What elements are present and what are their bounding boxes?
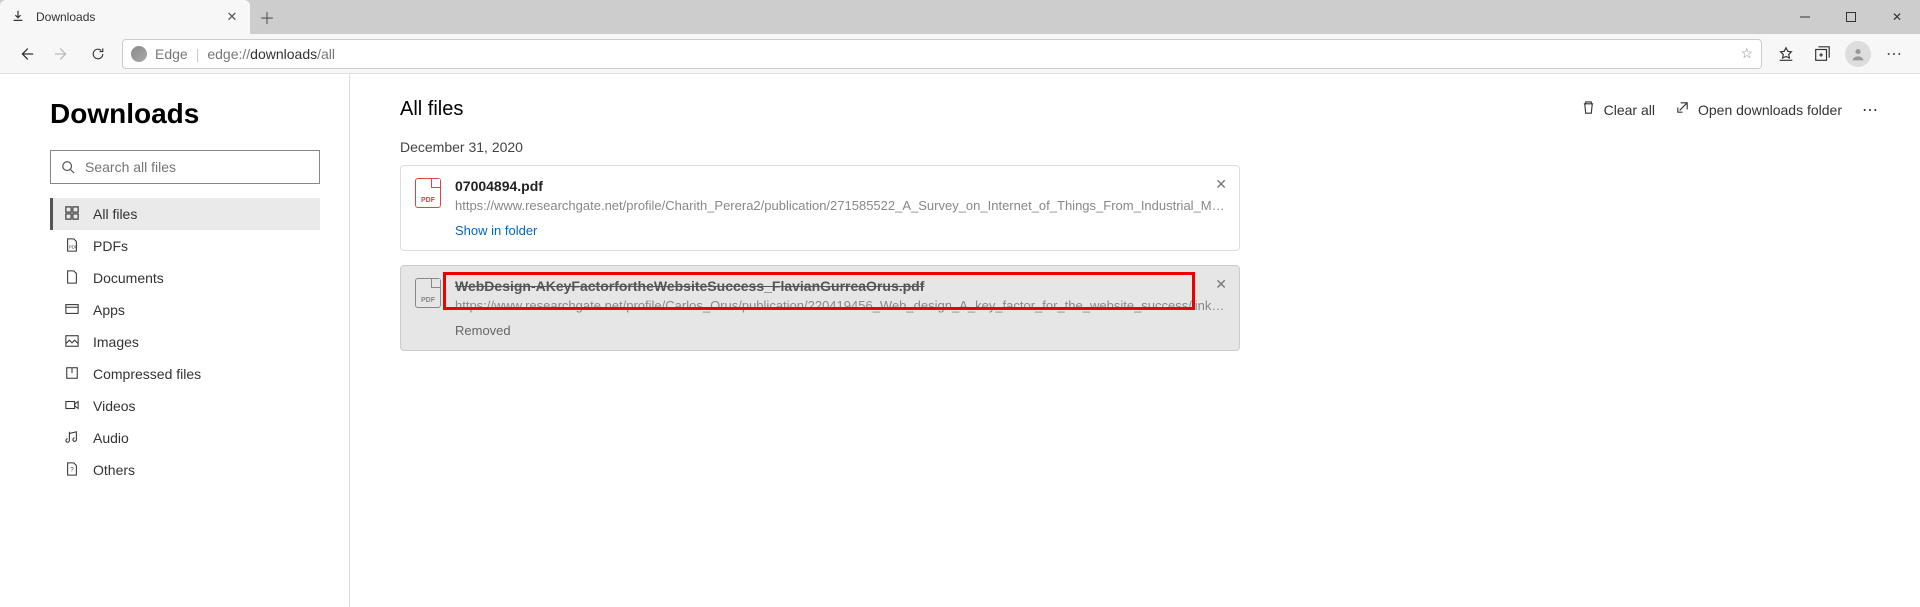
downloads-main: All files Clear all Open downloads folde… [350,74,1920,607]
download-status: Removed [455,323,1225,338]
download-item-body: WebDesign-AKeyFactorfortheWebsiteSuccess… [455,278,1225,338]
download-url: https://www.researchgate.net/profile/Cha… [455,198,1225,213]
maximize-button[interactable] [1828,0,1874,34]
download-item-body: 07004894.pdf https://www.researchgate.ne… [455,178,1225,238]
category-audio[interactable]: Audio [50,422,320,454]
pdf-file-icon: PDF [415,278,441,308]
search-box[interactable] [50,150,320,184]
search-input[interactable] [85,159,309,175]
trash-icon [1581,100,1596,119]
category-label: All files [93,206,137,222]
more-options-button[interactable]: ⋯ [1862,100,1880,120]
profile-button[interactable] [1840,38,1876,70]
category-videos[interactable]: Videos [50,390,320,422]
category-compressed[interactable]: Compressed files [50,358,320,390]
open-folder-label: Open downloads folder [1698,102,1842,118]
pdf-icon: PDF [63,238,81,255]
back-button[interactable] [8,38,44,70]
favorite-star-icon[interactable]: ☆ [1740,45,1753,62]
category-images[interactable]: Images [50,326,320,358]
category-pdfs[interactable]: PDF PDFs [50,230,320,262]
avatar-icon [1845,41,1871,67]
download-icon [10,9,26,26]
search-icon [61,160,75,174]
category-list: All files PDF PDFs Documents Apps Images… [50,198,320,486]
favorites-icon[interactable] [1768,38,1804,70]
category-label: Others [93,462,135,478]
window-titlebar: Downloads ✕ ＋ ✕ [0,0,1920,34]
address-bar[interactable]: Edge | edge://downloads/all ☆ [122,39,1762,69]
category-label: Documents [93,270,164,286]
menu-button[interactable]: ⋯ [1876,38,1912,70]
downloads-sidebar: Downloads All files PDF PDFs Documents A… [0,74,350,607]
download-filename[interactable]: 07004894.pdf [455,178,1225,194]
pdf-file-icon: PDF [415,178,441,208]
category-others[interactable]: ? Others [50,454,320,486]
tab-title: Downloads [36,10,224,24]
close-window-button[interactable]: ✕ [1874,0,1920,34]
window-controls: ✕ [1782,0,1920,34]
download-filename: WebDesign-AKeyFactorfortheWebsiteSuccess… [455,278,1225,294]
show-in-folder-link[interactable]: Show in folder [455,223,1225,238]
open-folder-icon [1675,100,1690,119]
category-apps[interactable]: Apps [50,294,320,326]
edge-icon [131,46,147,62]
apps-icon [63,302,81,319]
category-label: Audio [93,430,129,446]
download-item-removed: PDF WebDesign-AKeyFactorfortheWebsiteSuc… [400,265,1240,351]
browser-toolbar: Edge | edge://downloads/all ☆ ⋯ [0,34,1920,74]
svg-text:PDF: PDF [69,244,78,249]
remove-download-button[interactable]: ✕ [1215,276,1227,293]
open-folder-button[interactable]: Open downloads folder [1675,100,1842,119]
category-all-files[interactable]: All files [50,198,320,230]
page-content: Downloads All files PDF PDFs Documents A… [0,74,1920,607]
address-url-suffix: /all [317,46,335,62]
category-documents[interactable]: Documents [50,262,320,294]
minimize-button[interactable] [1782,0,1828,34]
video-icon [63,398,81,415]
category-label: Apps [93,302,125,318]
svg-text:?: ? [70,466,74,473]
forward-button [44,38,80,70]
clear-all-label: Clear all [1604,102,1655,118]
address-url-highlight: downloads [250,46,317,62]
collections-icon[interactable] [1804,38,1840,70]
main-header: All files Clear all Open downloads folde… [400,98,1880,121]
main-title: All files [400,98,1561,121]
category-label: Images [93,334,139,350]
refresh-button[interactable] [80,38,116,70]
remove-download-button[interactable]: ✕ [1215,176,1227,193]
date-group-label: December 31, 2020 [400,139,1880,155]
image-icon [63,334,81,351]
clear-all-button[interactable]: Clear all [1581,100,1655,119]
sidebar-title: Downloads [50,98,321,130]
category-label: Videos [93,398,136,414]
toolbar-right: ⋯ [1768,38,1912,70]
audio-icon [63,430,81,447]
download-url: https://www.researchgate.net/profile/Car… [455,298,1225,313]
download-item: PDF 07004894.pdf https://www.researchgat… [400,165,1240,251]
other-icon: ? [63,462,81,479]
category-label: PDFs [93,238,128,254]
new-tab-button[interactable]: ＋ [250,0,284,34]
address-separator: | [196,46,200,62]
address-url-prefix: edge:// [207,46,250,62]
document-icon [63,270,81,287]
zip-icon [63,366,81,383]
browser-tab[interactable]: Downloads ✕ [0,0,250,34]
category-label: Compressed files [93,366,201,382]
address-label: Edge [155,46,188,62]
grid-icon [63,206,81,223]
tab-close-button[interactable]: ✕ [224,9,240,25]
